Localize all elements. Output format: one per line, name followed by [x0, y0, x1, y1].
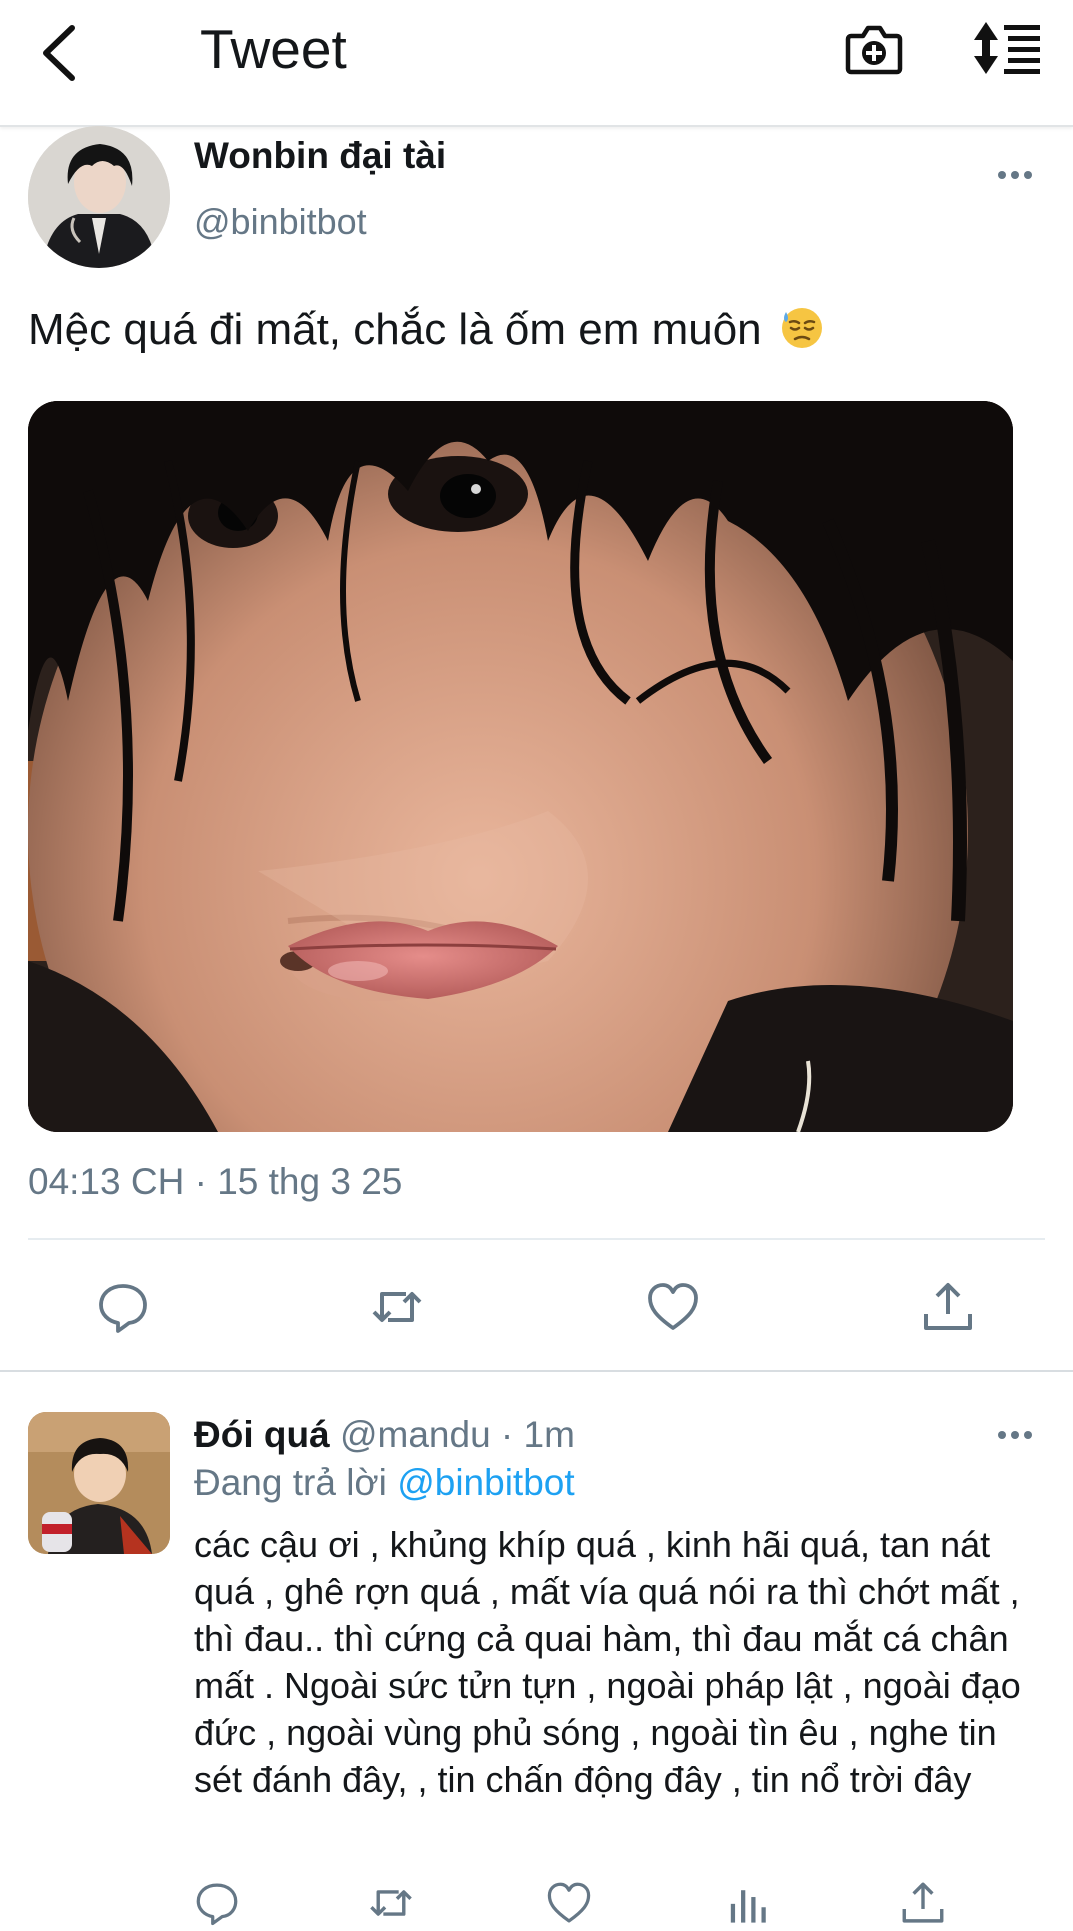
chevron-left-icon — [43, 25, 75, 81]
analytics-icon — [730, 1890, 766, 1923]
reply-share-button[interactable] — [900, 1880, 946, 1926]
tweet-timestamp: 04:13 CH · 15 thg 3 25 — [28, 1161, 403, 1202]
page-title: Tweet — [200, 18, 347, 80]
sort-button[interactable] — [972, 20, 1042, 76]
more-dot — [998, 171, 1006, 179]
sort-list-icon — [974, 22, 1040, 74]
camera-button[interactable] — [843, 18, 905, 80]
top-nav-bar: Tweet — [0, 0, 1073, 127]
retweet-icon — [370, 1890, 412, 1916]
share-button[interactable] — [921, 1280, 975, 1334]
divider — [28, 1238, 1045, 1240]
replying-to: Đang trả lời @binbitbot — [194, 1460, 575, 1506]
more-dot — [1024, 1431, 1032, 1439]
reply-like-button[interactable] — [546, 1880, 592, 1926]
reply-reply-button[interactable] — [194, 1880, 240, 1926]
avatar-photo — [28, 126, 170, 268]
author-avatar[interactable] — [28, 126, 170, 268]
section-divider — [0, 1370, 1073, 1372]
reply-analytics-button[interactable] — [724, 1880, 770, 1926]
reply-icon — [196, 1883, 238, 1926]
reply-avatar-photo — [28, 1412, 170, 1554]
replying-mention-link[interactable]: @binbitbot — [397, 1462, 574, 1503]
reply-author-avatar[interactable] — [28, 1412, 170, 1554]
like-button[interactable] — [646, 1280, 700, 1334]
more-dot — [1011, 171, 1019, 179]
like-icon — [547, 1882, 591, 1923]
tweet-text: Mệc quá đi mất, chắc là ốm em muôn — [28, 305, 762, 354]
retweet-icon — [372, 1292, 422, 1322]
share-icon — [924, 1283, 972, 1330]
reply-icon — [99, 1284, 147, 1333]
tweet-body: Mệc quá đi mất, chắc là ốm em muôn — [28, 300, 824, 360]
reply-retweet-button[interactable] — [368, 1880, 414, 1926]
reply-time: 1m — [523, 1414, 575, 1455]
replying-prefix: Đang trả lời — [194, 1462, 398, 1503]
retweet-button[interactable] — [370, 1280, 424, 1334]
reply-author-name[interactable]: Đói quá — [194, 1414, 330, 1455]
reply-button[interactable] — [96, 1280, 150, 1334]
reply-more-button[interactable] — [998, 1426, 1042, 1446]
reply-author-handle[interactable]: @mandu — [340, 1414, 491, 1455]
author-name[interactable]: Wonbin đại tài — [194, 134, 446, 178]
more-dot — [1011, 1431, 1019, 1439]
back-button[interactable] — [36, 18, 86, 88]
meta-separator: · — [490, 1414, 524, 1455]
downcast-face-with-sweat-emoji — [781, 308, 822, 348]
like-icon — [648, 1283, 698, 1330]
camera-plus-icon — [845, 25, 903, 75]
share-icon — [902, 1882, 944, 1923]
author-handle[interactable]: @binbitbot — [194, 200, 367, 244]
tweet-photo[interactable] — [28, 401, 1013, 1132]
more-dot — [998, 1431, 1006, 1439]
photo-closeup — [28, 401, 1013, 1132]
more-dot — [1024, 171, 1032, 179]
reply-header: Đói quá @mandu · 1m — [194, 1412, 575, 1458]
reply-text: các cậu ơi , khủng khíp quá , kinh hãi q… — [194, 1524, 1021, 1800]
tweet-more-button[interactable] — [998, 166, 1042, 186]
